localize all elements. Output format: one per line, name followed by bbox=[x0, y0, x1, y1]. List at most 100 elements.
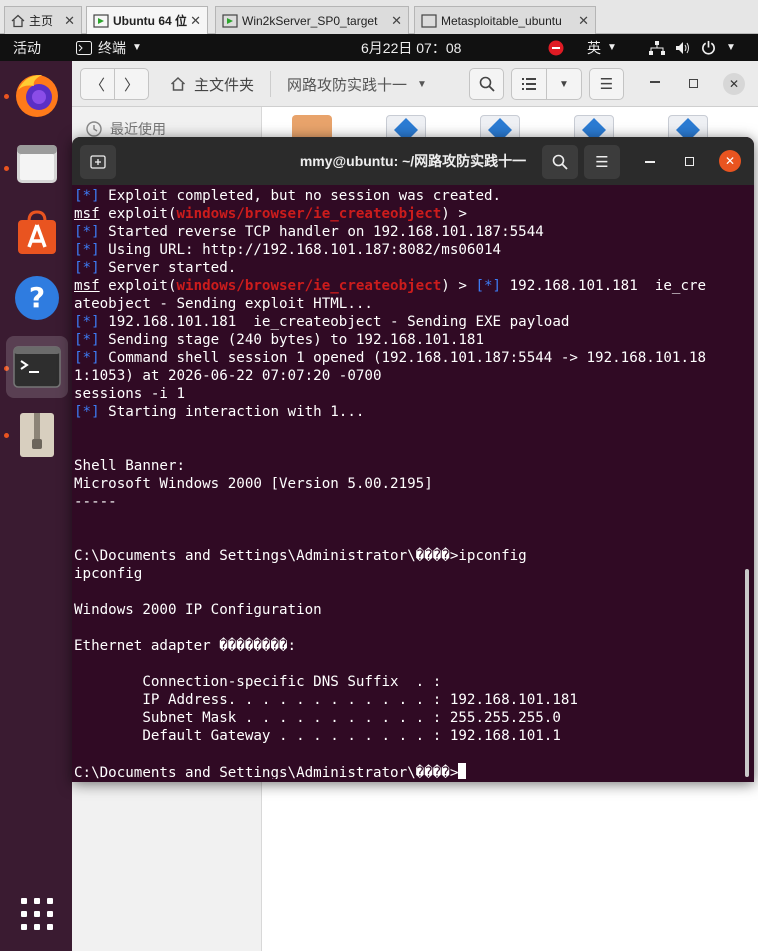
vm-running-icon bbox=[93, 13, 109, 28]
terminal-header: mmy@ubuntu: ~/网路攻防实践十一 ☰ ✕ bbox=[72, 137, 754, 185]
path-home-button[interactable]: 主文件夹 bbox=[154, 68, 270, 100]
vm-tab-win2k[interactable]: Win2kServer_SP0_target ✕ bbox=[215, 6, 409, 34]
terminal-line: msf exploit(windows/browser/ie_createobj… bbox=[74, 205, 742, 223]
path-current-button[interactable]: 网路攻防实践十一 ▼ bbox=[276, 68, 438, 100]
terminal-launcher[interactable] bbox=[6, 336, 68, 398]
list-view-icon bbox=[522, 78, 536, 90]
power-icon bbox=[702, 40, 715, 55]
firefox-icon bbox=[16, 74, 58, 117]
terminal-line: Subnet Mask . . . . . . . . . . . : 255.… bbox=[74, 709, 742, 727]
terminal-line: [*] Server started. bbox=[74, 259, 742, 277]
terminal-text: ipconfig bbox=[74, 566, 143, 582]
terminal-text: Using URL: http://192.168.101.187:8082/m… bbox=[99, 242, 502, 258]
show-applications-button[interactable] bbox=[6, 883, 68, 945]
search-button[interactable] bbox=[469, 68, 504, 100]
forward-button[interactable]: 〉 bbox=[114, 68, 149, 100]
app-menu[interactable]: 终端 ▼ bbox=[76, 34, 142, 61]
close-icon[interactable]: ✕ bbox=[190, 13, 201, 29]
terminal-text: msf bbox=[74, 278, 100, 294]
terminal-line: msf exploit(windows/browser/ie_createobj… bbox=[74, 277, 742, 295]
new-tab-icon bbox=[90, 155, 106, 169]
terminal-text: Server started. bbox=[99, 260, 237, 276]
terminal-icon bbox=[13, 346, 61, 388]
terminal-text: 1:1053) at 2026-06-22 07:07:20 -0700 bbox=[74, 368, 382, 384]
terminal-line: Default Gateway . . . . . . . . . : 192.… bbox=[74, 727, 742, 745]
terminal-text: windows/browser/ie_createobject bbox=[176, 278, 442, 294]
vm-icon bbox=[421, 13, 437, 28]
vm-running-icon bbox=[222, 13, 238, 28]
terminal-text: msf bbox=[74, 206, 100, 222]
clock-icon bbox=[86, 121, 102, 137]
clock[interactable]: 6月22日 07：08 bbox=[361, 34, 461, 61]
sidebar-item-recent[interactable]: 最近使用 bbox=[86, 119, 166, 139]
view-options-button[interactable]: ▼ bbox=[546, 68, 582, 100]
back-button[interactable]: 〈 bbox=[80, 68, 115, 100]
terminal-line: [*] Started reverse TCP handler on 192.1… bbox=[74, 223, 742, 241]
help-icon: ? bbox=[15, 276, 59, 320]
top-bar: 活动 终端 ▼ 6月22日 07：08 英 ▼ ▼ bbox=[0, 34, 758, 61]
minimize-button[interactable] bbox=[650, 81, 660, 83]
close-icon[interactable]: ✕ bbox=[578, 13, 589, 29]
files-launcher[interactable] bbox=[6, 133, 68, 195]
view-list-button[interactable] bbox=[511, 68, 547, 100]
chevron-down-icon: ▼ bbox=[726, 42, 736, 53]
search-icon bbox=[552, 154, 568, 170]
record-indicator-icon[interactable] bbox=[548, 34, 564, 61]
terminal-menu-button[interactable]: ☰ bbox=[584, 145, 620, 179]
terminal-line: C:\Documents and Settings\Administrator\… bbox=[74, 763, 742, 779]
terminal-text: C:\Documents and Settings\Administrator\… bbox=[74, 765, 459, 779]
vm-tab-label: Win2kServer_SP0_target bbox=[242, 13, 378, 28]
help-launcher[interactable]: ? bbox=[6, 267, 68, 329]
archive-icon bbox=[20, 413, 54, 457]
vm-tab-metasploitable[interactable]: Metasploitable_ubuntu ✕ bbox=[414, 6, 596, 34]
terminal-output[interactable]: [*] Exploit completed, but no session wa… bbox=[74, 187, 742, 779]
terminal-text: Sending stage (240 bytes) to 192.168.101… bbox=[99, 332, 484, 348]
path-home-label: 主文件夹 bbox=[193, 76, 254, 94]
terminal-text: Starting interaction with 1... bbox=[99, 404, 365, 420]
terminal-text: ) > bbox=[441, 206, 467, 222]
terminal-line: 1:1053) at 2026-06-22 07:07:20 -0700 bbox=[74, 367, 742, 385]
vm-tab-ubuntu[interactable]: Ubuntu 64 位 ✕ bbox=[86, 6, 208, 34]
chevron-down-icon: ▼ bbox=[132, 42, 142, 53]
terminal-text: Ethernet adapter ��������: bbox=[74, 638, 297, 654]
terminal-maximize-button[interactable] bbox=[685, 157, 694, 166]
firefox-launcher[interactable] bbox=[6, 64, 68, 126]
activities-button[interactable]: 活动 bbox=[13, 34, 41, 61]
vm-tab-strip: 主页 ✕ Ubuntu 64 位 ✕ Win2kServer_SP0_targe… bbox=[0, 0, 758, 34]
close-icon[interactable]: ✕ bbox=[64, 13, 75, 29]
volume-icon bbox=[676, 41, 689, 54]
close-button[interactable]: ✕ bbox=[723, 73, 745, 95]
terminal-close-button[interactable]: ✕ bbox=[719, 150, 741, 172]
terminal-window: mmy@ubuntu: ~/网路攻防实践十一 ☰ ✕ [*] Exploit c… bbox=[72, 137, 754, 782]
terminal-line: [*] Exploit completed, but no session wa… bbox=[74, 187, 742, 205]
terminal-line: [*] Using URL: http://192.168.101.187:80… bbox=[74, 241, 742, 259]
home-icon bbox=[11, 14, 25, 27]
maximize-button[interactable] bbox=[689, 79, 698, 88]
new-tab-button[interactable] bbox=[80, 145, 116, 179]
input-method-menu[interactable]: 英 ▼ bbox=[587, 34, 617, 61]
terminal-line: [*] 192.168.101.181 ie_createobject - Se… bbox=[74, 313, 742, 331]
terminal-text: Connection-specific DNS Suffix . : bbox=[74, 674, 442, 690]
terminal-text: IP Address. . . . . . . . . . . . : 192.… bbox=[74, 692, 578, 708]
terminal-scrollbar[interactable] bbox=[745, 569, 749, 777]
terminal-search-button[interactable] bbox=[542, 145, 578, 179]
archive-manager-launcher[interactable] bbox=[6, 404, 68, 466]
software-center-launcher[interactable] bbox=[6, 201, 68, 263]
terminal-text: [*] bbox=[74, 350, 100, 366]
vm-tab-label: 主页 bbox=[29, 14, 54, 28]
vm-tab-home[interactable]: 主页 ✕ bbox=[4, 6, 82, 34]
files-icon bbox=[17, 145, 57, 183]
system-menu[interactable]: ▼ bbox=[649, 34, 736, 61]
terminal-text: Microsoft Windows 2000 [Version 5.00.219… bbox=[74, 476, 433, 492]
search-icon bbox=[479, 76, 495, 92]
menu-button[interactable]: ☰ bbox=[589, 68, 624, 100]
terminal-text: exploit( bbox=[99, 278, 177, 294]
hamburger-icon: ☰ bbox=[595, 154, 609, 171]
file-manager-header: 〈 〉 主文件夹 网路攻防实践十一 ▼ ▼ ☰ ✕ bbox=[72, 61, 758, 107]
close-icon[interactable]: ✕ bbox=[391, 13, 402, 29]
terminal-text: C:\Documents and Settings\Administrator\… bbox=[74, 548, 527, 564]
terminal-minimize-button[interactable] bbox=[645, 161, 655, 163]
